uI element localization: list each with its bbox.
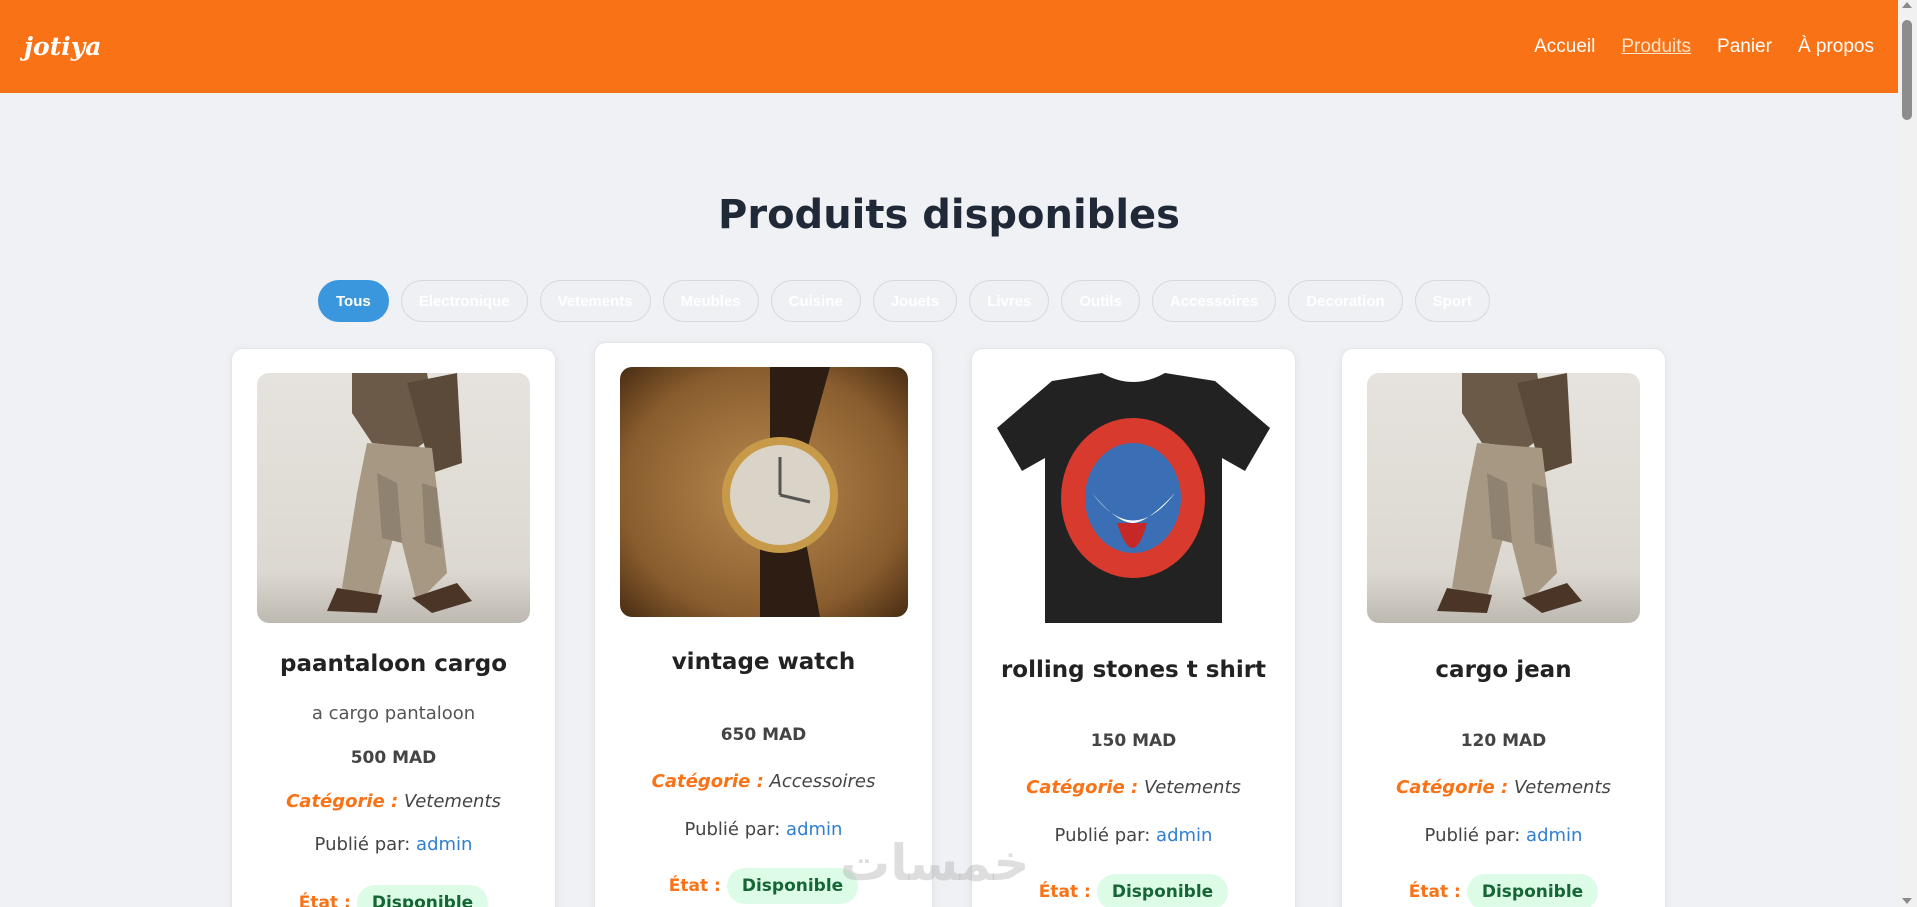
published-by-label: Publié par: [1054, 825, 1151, 846]
product-publisher: Publié par: admin [232, 834, 555, 855]
product-state: État : Disponible [1342, 874, 1665, 907]
nav-accueil[interactable]: Accueil [1534, 36, 1595, 58]
product-card[interactable]: paantaloon cargo a cargo pantaloon 500 M… [231, 348, 556, 907]
category-filters: Tous Electronique Vetements Meubles Cuis… [318, 280, 1490, 322]
category-label: Catégorie : [1396, 777, 1509, 798]
product-price: 120 MAD [1460, 731, 1547, 751]
watermark: خمسات [840, 834, 1030, 892]
product-card[interactable]: cargo jean 120 MAD Catégorie : Vetements… [1341, 348, 1666, 907]
publisher-link[interactable]: admin [786, 819, 842, 840]
published-by-label: Publié par: [684, 819, 781, 840]
page-title: Produits disponibles [718, 192, 1180, 238]
filter-electronique[interactable]: Electronique [400, 280, 528, 322]
state-label: État : [668, 876, 721, 896]
product-image[interactable] [620, 367, 908, 617]
filter-sport[interactable]: Sport [1414, 280, 1490, 322]
product-name[interactable]: rolling stones t shirt [972, 657, 1295, 683]
top-navbar: jotiya Accueil Produits Panier À propos [0, 0, 1898, 93]
product-image[interactable] [1367, 373, 1640, 623]
published-by-label: Publié par: [314, 834, 411, 855]
publisher-link[interactable]: admin [416, 834, 472, 855]
product-description: a cargo pantaloon [311, 703, 476, 724]
product-publisher: Publié par: admin [1342, 825, 1665, 846]
product-card[interactable]: vintage watch 650 MAD Catégorie : Access… [594, 342, 933, 907]
filter-outils[interactable]: Outils [1061, 280, 1140, 322]
nav-panier[interactable]: Panier [1717, 36, 1772, 58]
site-logo[interactable]: jotiya [24, 32, 102, 61]
nav-a-propos[interactable]: À propos [1798, 36, 1874, 58]
state-label: État : [298, 893, 351, 907]
publisher-link[interactable]: admin [1156, 825, 1212, 846]
product-name[interactable]: cargo jean [1342, 657, 1665, 683]
filter-livres[interactable]: Livres [969, 280, 1050, 322]
product-name[interactable]: paantaloon cargo [232, 651, 555, 677]
filter-tous[interactable]: Tous [318, 280, 389, 322]
state-label: État : [1038, 882, 1091, 902]
product-price: 150 MAD [1090, 731, 1177, 751]
vertical-scrollbar[interactable] [1898, 0, 1917, 907]
filter-decoration[interactable]: Decoration [1288, 280, 1403, 322]
filter-cuisine[interactable]: Cuisine [770, 280, 861, 322]
filter-accessoires[interactable]: Accessoires [1151, 280, 1277, 322]
category-label: Catégorie : [651, 771, 764, 792]
category-value: Vetements [1143, 777, 1241, 798]
product-image[interactable] [997, 373, 1270, 623]
main-nav: Accueil Produits Panier À propos [1534, 36, 1874, 58]
category-value: Vetements [403, 791, 501, 812]
scroll-down-arrow-icon[interactable] [1902, 898, 1912, 904]
product-state: État : Disponible [232, 885, 555, 907]
filter-jouets[interactable]: Jouets [872, 280, 958, 322]
status-badge: Disponible [1096, 874, 1229, 907]
product-category: Catégorie : Vetements [232, 791, 555, 812]
category-label: Catégorie : [1026, 777, 1139, 798]
status-badge: Disponible [356, 885, 489, 907]
product-category: Catégorie : Vetements [1342, 777, 1665, 798]
status-badge: Disponible [1466, 874, 1599, 907]
status-badge: Disponible [726, 868, 859, 904]
product-price: 500 MAD [350, 748, 437, 768]
scrollbar-thumb[interactable] [1902, 20, 1912, 120]
product-name[interactable]: vintage watch [595, 649, 932, 675]
published-by-label: Publié par: [1424, 825, 1521, 846]
scroll-up-arrow-icon[interactable] [1902, 2, 1912, 8]
publisher-link[interactable]: admin [1526, 825, 1582, 846]
product-category: Catégorie : Vetements [972, 777, 1295, 798]
state-label: État : [1408, 882, 1461, 902]
category-label: Catégorie : [286, 791, 399, 812]
product-category: Catégorie : Accessoires [595, 771, 932, 792]
product-card[interactable]: rolling stones t shirt 150 MAD Catégorie… [971, 348, 1296, 907]
product-price: 650 MAD [720, 725, 807, 745]
product-image[interactable] [257, 373, 530, 623]
category-value: Accessoires [769, 771, 876, 792]
nav-produits[interactable]: Produits [1621, 36, 1691, 58]
filter-vetements[interactable]: Vetements [539, 280, 651, 322]
category-value: Vetements [1513, 777, 1611, 798]
filter-meubles[interactable]: Meubles [662, 280, 759, 322]
